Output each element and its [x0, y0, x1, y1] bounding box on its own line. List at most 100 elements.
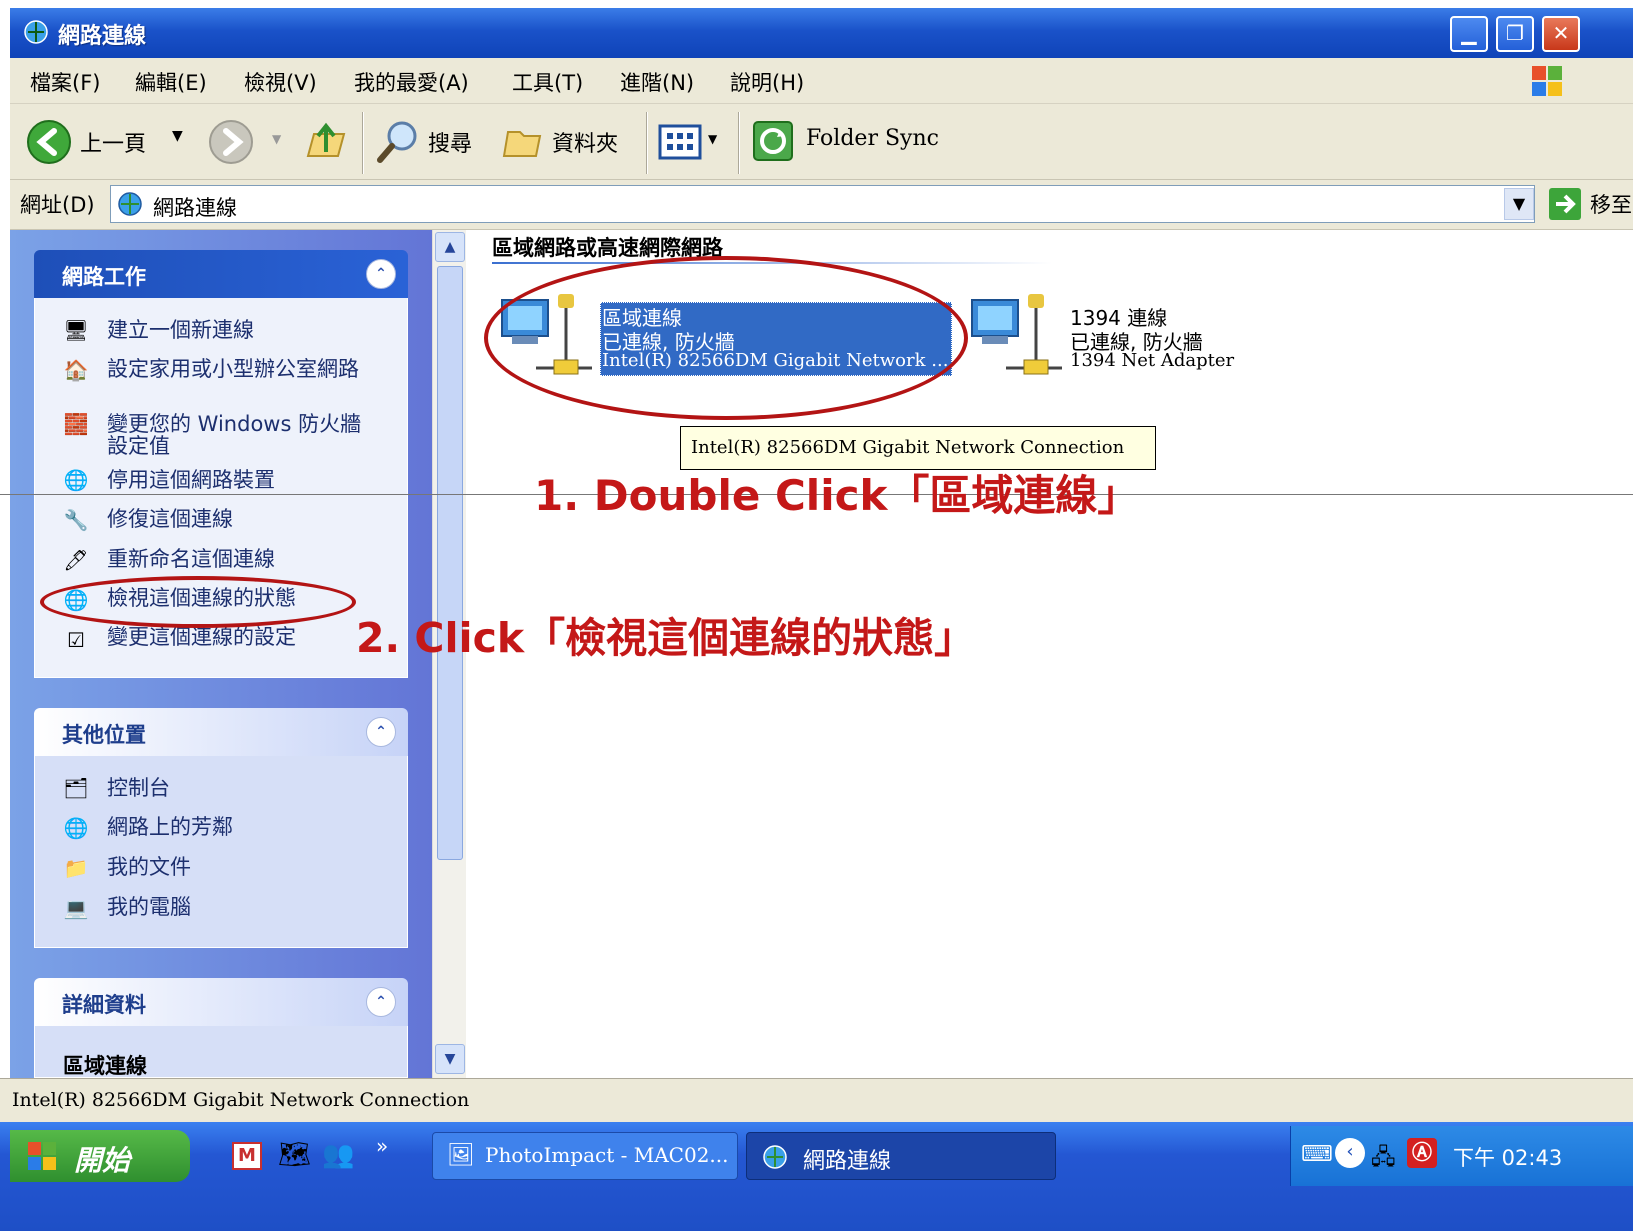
folder-sync-button[interactable]: Folder Sync: [750, 116, 950, 168]
views-button[interactable]: ▼: [658, 120, 728, 164]
task-home-network[interactable]: 設定家用或小型辦公室網路: [107, 358, 387, 380]
start-label: 開始: [74, 1144, 131, 1177]
back-label: 上一頁: [80, 132, 147, 157]
scroll-down-icon[interactable]: ▼: [435, 1044, 465, 1074]
toolbar: 上一頁 ▼ ▼ 搜尋 資料夾 ▼ Folder Sync: [10, 104, 1633, 180]
search-button[interactable]: 搜尋: [372, 116, 482, 168]
address-dropdown-icon[interactable]: ▼: [1504, 188, 1534, 220]
annotation-step1: 1. Double Click「區域連線」: [534, 471, 1140, 520]
details-name: 區域連線: [63, 1054, 147, 1078]
details-header[interactable]: 詳細資料 ⌃: [34, 978, 408, 1026]
network-connections-icon: [22, 18, 50, 46]
task-firewall[interactable]: 變更您的 Windows 防火牆設定值: [107, 413, 367, 457]
connection-1394-icon: [966, 288, 1066, 392]
quick-launch-mail-icon[interactable]: M: [232, 1142, 262, 1170]
folder-sync-icon: [750, 118, 796, 168]
menu-edit[interactable]: 編輯(E): [135, 67, 207, 97]
taskbar: 開始 M 🗺 👥 » 🖼 PhotoImpact - MAC02... 網路連線…: [0, 1122, 1633, 1231]
taskbar-item-photoimpact[interactable]: 🖼 PhotoImpact - MAC02...: [432, 1132, 738, 1180]
task-disable-device[interactable]: 停用這個網路裝置: [107, 469, 397, 491]
folders-button[interactable]: 資料夾: [498, 116, 638, 168]
collapse-chevron-icon[interactable]: ⌃: [366, 259, 396, 289]
restore-button[interactable]: ❐: [1496, 16, 1534, 52]
network-places-icon: 🌐: [63, 816, 89, 840]
network-connections-icon: [115, 190, 145, 222]
windows-flag-icon: [26, 1140, 58, 1179]
menu-help[interactable]: 說明(H): [730, 67, 804, 97]
go-arrow-icon[interactable]: [1548, 187, 1582, 225]
network-tasks-header[interactable]: 網路工作 ⌃: [34, 250, 408, 298]
repair-wrench-icon: 🔧: [63, 508, 89, 532]
annotation-step2: 2. Click「檢視這個連線的狀態」: [356, 614, 976, 662]
toolbar-separator: [362, 112, 364, 174]
menu-favorites[interactable]: 我的最愛(A): [354, 67, 469, 97]
tooltip-text: Intel(R) 82566DM Gigabit Network Connect…: [691, 437, 1125, 458]
address-value: 網路連線: [153, 196, 237, 220]
menu-advanced[interactable]: 進階(N): [620, 67, 694, 97]
back-button[interactable]: 上一頁 ▼: [24, 116, 192, 168]
network-tasks-title: 網路工作: [62, 265, 146, 289]
address-label: 網址(D): [20, 193, 95, 217]
change-settings-icon: ☑: [67, 628, 85, 652]
forward-dropdown-icon[interactable]: ▼: [272, 132, 281, 146]
show-hidden-icons-icon[interactable]: ‹: [1335, 1138, 1365, 1168]
details-title: 詳細資料: [62, 993, 146, 1017]
antivirus-tray-icon[interactable]: Ⓐ: [1407, 1138, 1437, 1168]
forward-arrow-icon[interactable]: [208, 119, 254, 169]
scroll-up-icon[interactable]: ▲: [435, 232, 465, 262]
place-network-places[interactable]: 網路上的芳鄰: [107, 816, 397, 838]
back-dropdown-icon: ▼: [172, 128, 183, 144]
scroll-thumb[interactable]: [437, 266, 463, 860]
taskbar-item-label: PhotoImpact - MAC02...: [485, 1143, 729, 1167]
folder-sync-label: Folder Sync: [806, 126, 939, 151]
place-control-panel[interactable]: 控制台: [107, 777, 397, 799]
task-rename[interactable]: 重新命名這個連線: [107, 548, 397, 570]
other-places-panel: 🗂 控制台 🌐 網路上的芳鄰 📁 我的文件 💻 我的電腦: [34, 756, 408, 948]
collapse-chevron-icon[interactable]: ⌃: [366, 717, 396, 747]
window-title: 網路連線: [58, 24, 147, 49]
my-documents-icon: 📁: [63, 856, 89, 880]
address-field[interactable]: 網路連線 ▼: [110, 185, 1535, 223]
title-bar[interactable]: 網路連線 ▁ ❐ ✕: [10, 8, 1633, 58]
up-folder-icon[interactable]: [304, 118, 350, 168]
folders-label: 資料夾: [552, 132, 619, 157]
connection-1394-device: 1394 Net Adapter: [1070, 350, 1235, 371]
home-network-icon: 🏠: [63, 358, 89, 382]
views-icon: [658, 122, 702, 166]
network-connections-icon: [761, 1143, 789, 1177]
close-button[interactable]: ✕: [1542, 16, 1580, 52]
photoimpact-icon: 🖼: [447, 1143, 475, 1168]
my-computer-icon: 💻: [63, 896, 89, 920]
quick-launch-app-icon[interactable]: 🗺: [278, 1140, 311, 1170]
clock[interactable]: 下午 02:43: [1453, 1142, 1562, 1172]
taskbar-item-network-connections[interactable]: 網路連線: [746, 1132, 1056, 1180]
task-repair[interactable]: 修復這個連線: [107, 508, 397, 530]
place-my-documents[interactable]: 我的文件: [107, 856, 397, 878]
menu-tools[interactable]: 工具(T): [512, 67, 583, 97]
keyboard-icon[interactable]: ⌨: [1301, 1142, 1333, 1167]
network-tray-icon[interactable]: 🖧: [1371, 1140, 1396, 1178]
other-places-header[interactable]: 其他位置 ⌃: [34, 708, 408, 756]
task-new-connection[interactable]: 建立一個新連線: [107, 319, 397, 341]
status-bar: Intel(R) 82566DM Gigabit Network Connect…: [0, 1078, 1633, 1122]
menu-view[interactable]: 檢視(V): [244, 67, 317, 97]
firewall-icon: 🧱: [63, 412, 89, 436]
toolbar-separator: [738, 112, 740, 174]
toolbar-separator: [646, 112, 648, 174]
details-panel: 區域連線: [34, 1026, 408, 1078]
menu-file[interactable]: 檔案(F): [30, 67, 100, 97]
collapse-chevron-icon[interactable]: ⌃: [366, 987, 396, 1017]
rename-icon: 🖊: [63, 548, 89, 572]
search-icon: [374, 118, 422, 170]
connection-1394[interactable]: 1394 連線 已連線, 防火牆 1394 Net Adapter: [966, 288, 1276, 388]
quick-launch-more-icon[interactable]: »: [376, 1134, 388, 1158]
place-my-computer[interactable]: 我的電腦: [107, 896, 397, 918]
task-change-settings[interactable]: 變更這個連線的設定: [107, 626, 397, 648]
search-label: 搜尋: [428, 132, 473, 157]
quick-launch-people-icon[interactable]: 👥: [322, 1140, 354, 1170]
control-panel-icon: 🗂: [63, 776, 89, 800]
start-button[interactable]: 開始: [10, 1130, 190, 1182]
minimize-button[interactable]: ▁: [1450, 16, 1488, 52]
back-arrow-icon: [26, 119, 72, 169]
go-label[interactable]: 移至: [1590, 189, 1632, 219]
